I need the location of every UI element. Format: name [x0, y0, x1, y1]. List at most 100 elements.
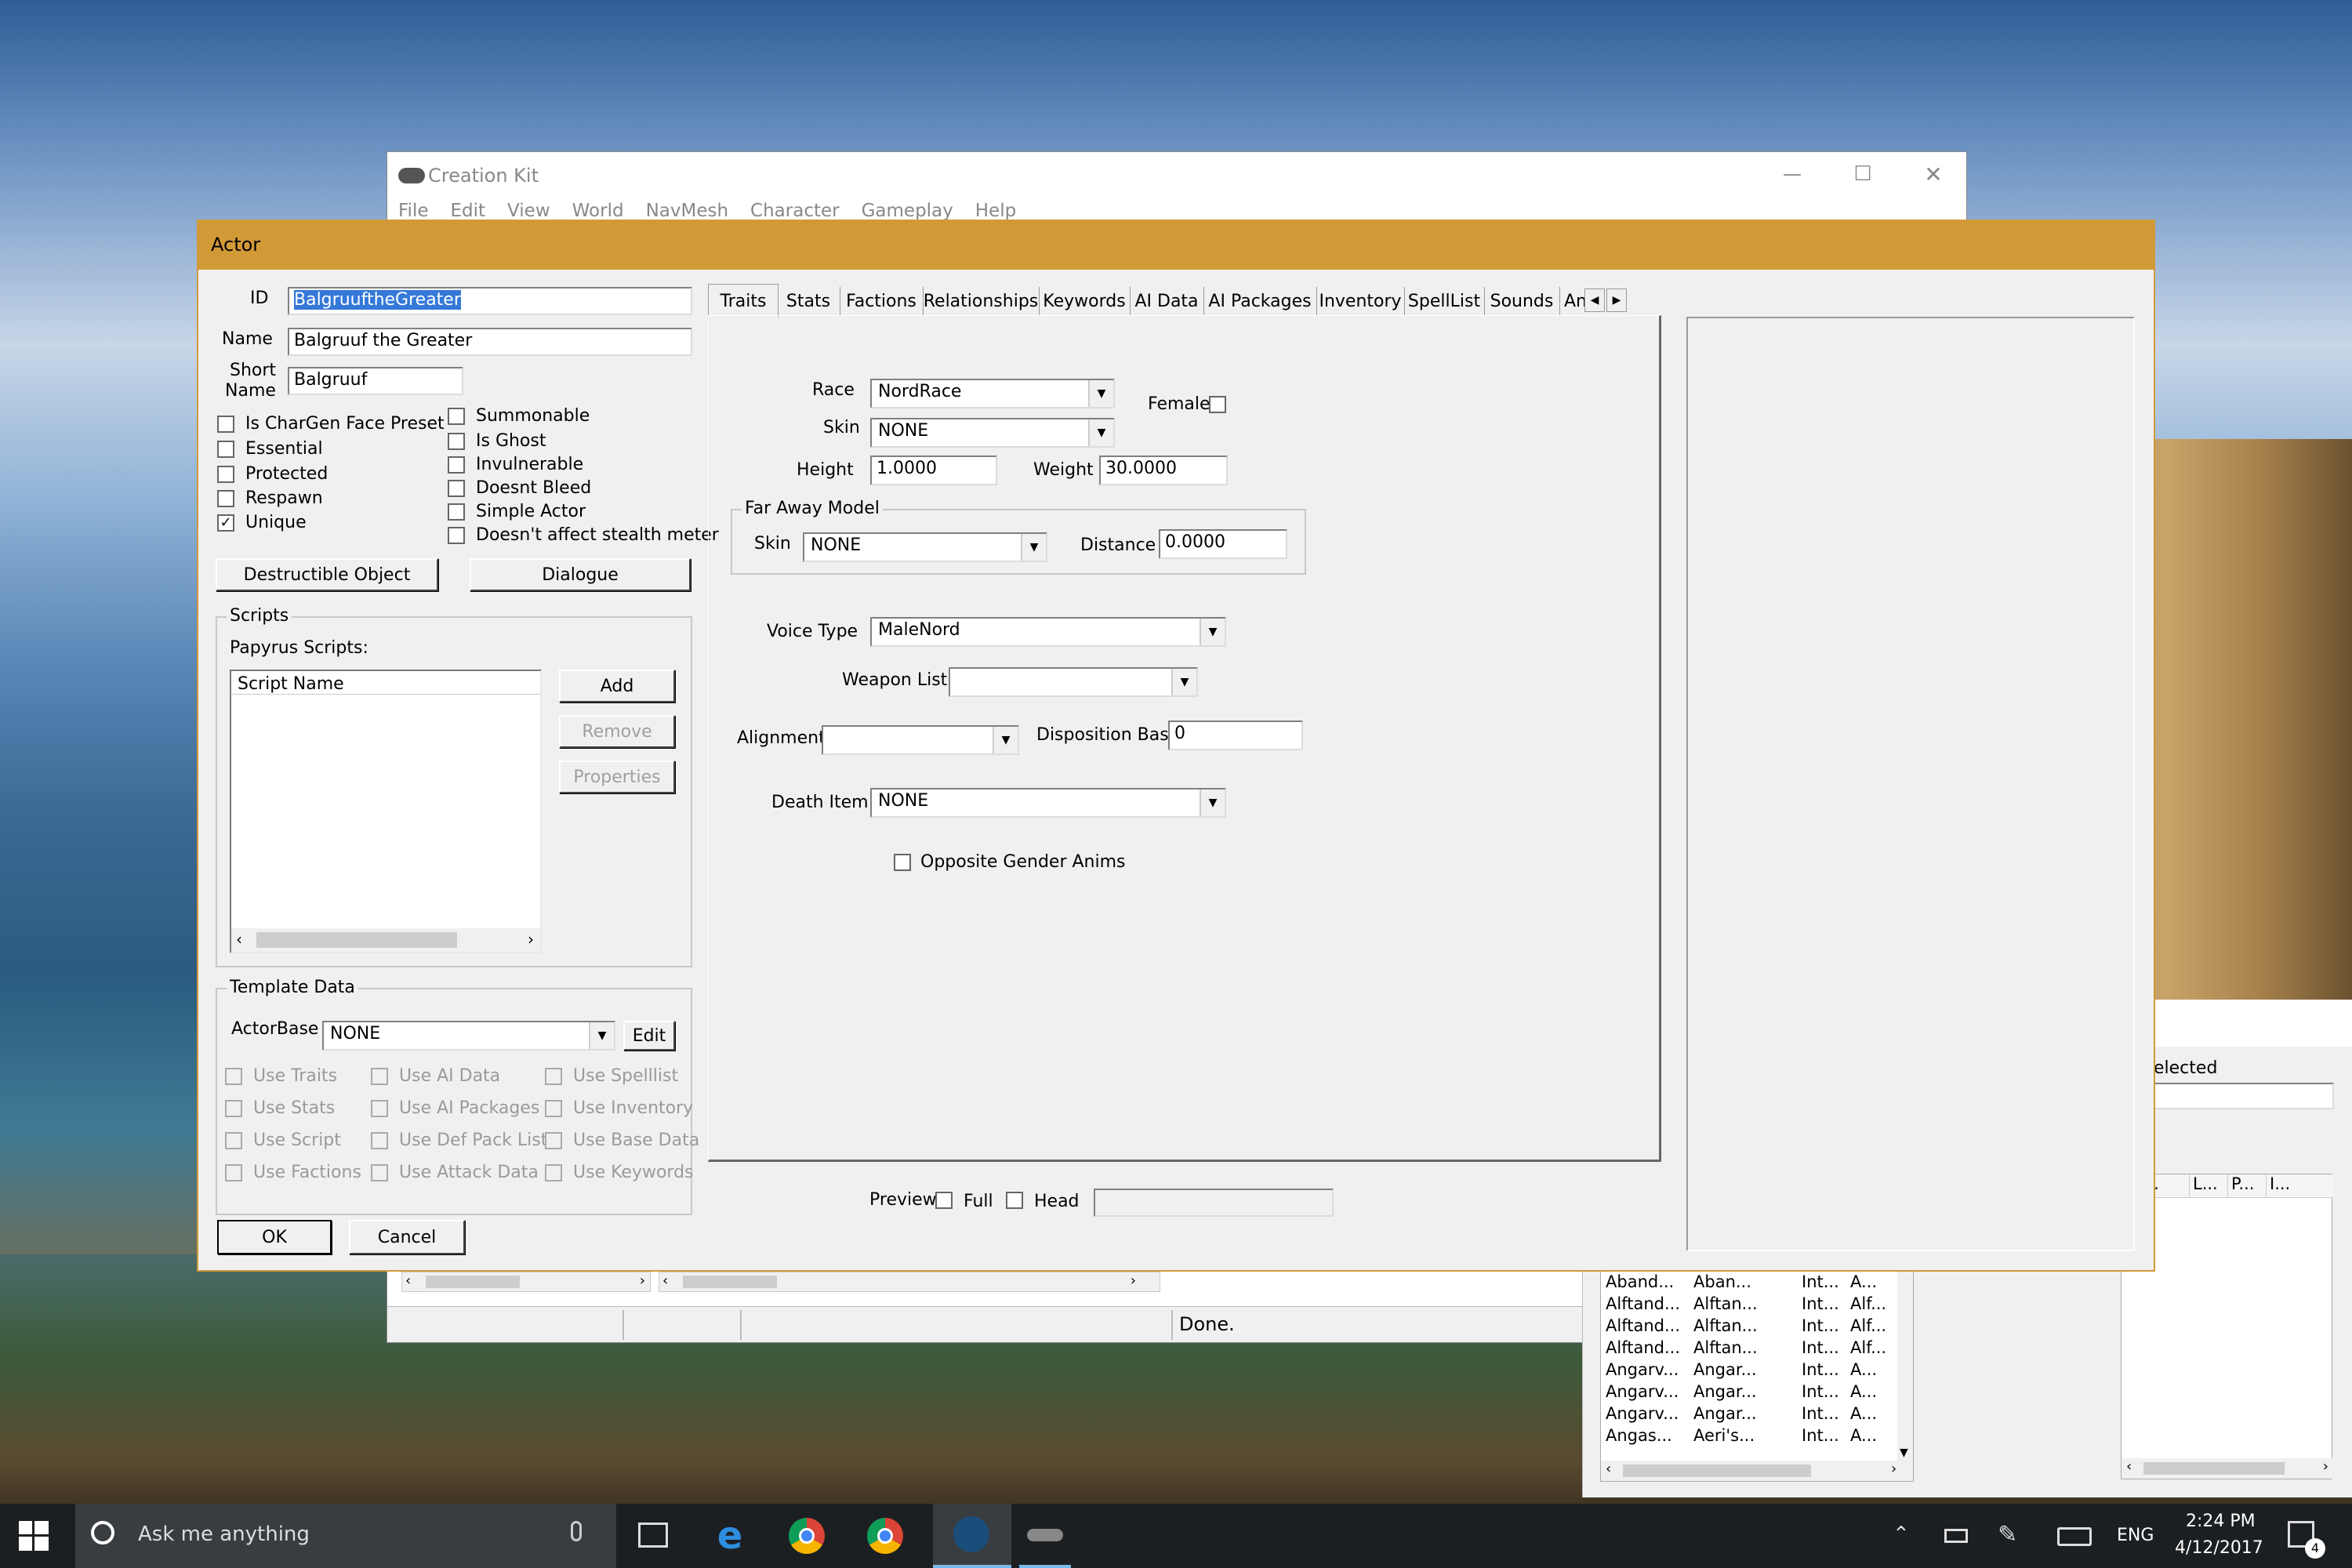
chrome-icon[interactable]: [789, 1518, 825, 1554]
template-flag[interactable]: Use AI Packages: [371, 1098, 547, 1118]
template-flag[interactable]: Use Stats: [225, 1098, 361, 1118]
dialogue-button[interactable]: Dialogue: [470, 558, 691, 591]
flag-row[interactable]: ✓ Unique: [217, 513, 307, 532]
tab-sounds[interactable]: Sounds: [1484, 287, 1560, 315]
pen-icon[interactable]: ✎: [1998, 1521, 2017, 1548]
preview-pane[interactable]: [1686, 317, 2135, 1251]
template-flag[interactable]: Use Script: [225, 1131, 361, 1150]
tab-inventory[interactable]: Inventory: [1316, 287, 1405, 315]
list-item[interactable]: Aband... Aban... Int... A...: [1601, 1271, 1899, 1293]
col-i[interactable]: I...: [2267, 1174, 2301, 1197]
height-field[interactable]: 1.0000: [870, 456, 997, 485]
tab-traits[interactable]: Traits: [708, 284, 779, 318]
flag-checkbox[interactable]: [217, 415, 234, 433]
voice-type-select[interactable]: MaleNord ▼: [870, 617, 1226, 647]
flag-checkbox[interactable]: [448, 503, 465, 521]
name-field[interactable]: Balgruuf the Greater: [288, 328, 692, 356]
filter-field[interactable]: [2154, 1083, 2334, 1109]
flag-checkbox[interactable]: [217, 465, 234, 483]
disposition-base-field[interactable]: 0: [1168, 720, 1303, 750]
list-hscroll-2[interactable]: ‹ ›: [1601, 1461, 1913, 1481]
tab-scroll-left-icon[interactable]: ◀: [1584, 289, 1605, 312]
short-name-field[interactable]: Balgruuf: [288, 367, 463, 395]
flag-checkbox[interactable]: [448, 432, 465, 450]
tab-stats[interactable]: Stats: [777, 287, 840, 315]
template-flag[interactable]: Use Attack Data: [371, 1163, 547, 1182]
female-checkbox[interactable]: [1209, 396, 1226, 413]
list-item[interactable]: Alftand... Alftan... Int... Alf...: [1601, 1315, 1899, 1337]
template-flag[interactable]: Use Traits: [225, 1066, 361, 1086]
template-flag[interactable]: Use Def Pack List: [371, 1131, 547, 1150]
flag-row[interactable]: Is Ghost: [448, 431, 546, 451]
template-flag[interactable]: Use Factions: [225, 1163, 361, 1182]
start-icon[interactable]: [19, 1521, 49, 1551]
script-name-header[interactable]: Script Name: [231, 671, 540, 695]
flag-row[interactable]: Is CharGen Face Preset: [217, 414, 445, 434]
distance-field[interactable]: 0.0000: [1159, 529, 1287, 559]
template-flag[interactable]: Use AI Data: [371, 1066, 547, 1086]
remove-script-button[interactable]: Remove: [559, 715, 675, 748]
maximize-icon[interactable]: ☐: [1846, 158, 1880, 190]
flag-checkbox[interactable]: [217, 489, 234, 507]
steam-icon[interactable]: [933, 1504, 1011, 1568]
list-item[interactable]: Alftand... Alftan... Int... Alf...: [1601, 1293, 1899, 1315]
language-indicator[interactable]: ENG: [2117, 1526, 2154, 1545]
flag-checkbox[interactable]: [448, 479, 465, 497]
flag-row[interactable]: Doesnt Bleed: [448, 478, 591, 498]
death-item-select[interactable]: NONE ▼: [870, 788, 1226, 818]
tab-ai-data[interactable]: AI Data: [1130, 287, 1204, 315]
tab-relationships[interactable]: Relationships: [923, 287, 1040, 315]
unique-checkbox[interactable]: ✓: [217, 514, 234, 532]
close-icon[interactable]: ✕: [1916, 158, 1951, 190]
race-select[interactable]: NordRace ▼: [870, 379, 1115, 408]
ck-hscroll-2[interactable]: ‹ ›: [659, 1272, 1160, 1292]
battery-icon[interactable]: [1944, 1529, 1968, 1543]
ok-button[interactable]: OK: [217, 1220, 332, 1254]
script-list-hscroll[interactable]: ‹ ›: [231, 928, 540, 952]
tab-factions[interactable]: Factions: [840, 287, 924, 315]
flag-checkbox[interactable]: [217, 440, 234, 458]
list-hscroll[interactable]: ‹ ›: [2122, 1458, 2333, 1479]
skin-select[interactable]: NONE ▼: [870, 418, 1115, 448]
flag-checkbox[interactable]: [448, 407, 465, 425]
edge-icon[interactable]: e: [710, 1516, 750, 1555]
col-p[interactable]: P...: [2228, 1174, 2267, 1197]
alignment-select[interactable]: ▼: [822, 725, 1019, 755]
preview-head-checkbox[interactable]: [1006, 1192, 1023, 1209]
keyboard-icon[interactable]: [2057, 1527, 2092, 1546]
creation-kit-task-icon[interactable]: [1019, 1504, 1071, 1568]
template-edit-button[interactable]: Edit: [623, 1021, 675, 1051]
add-script-button[interactable]: Add: [559, 670, 675, 702]
list-item[interactable]: Angas... Aeri's... Int... A...: [1601, 1425, 1899, 1446]
clock-time[interactable]: 2:24 PM: [2186, 1512, 2256, 1531]
flag-row[interactable]: Essential: [217, 439, 323, 459]
microphone-icon[interactable]: [571, 1521, 582, 1541]
weapon-list-select[interactable]: ▼: [949, 667, 1198, 697]
tab-scroll-right-icon[interactable]: ▶: [1606, 289, 1627, 312]
script-list[interactable]: Script Name ‹ ›: [230, 670, 542, 953]
template-flag[interactable]: Use Inventory: [545, 1098, 699, 1118]
tab-spelllist[interactable]: SpellList: [1404, 287, 1485, 315]
chevron-up-icon[interactable]: ⌃: [1893, 1523, 1910, 1546]
list-item[interactable]: Angarv... Angar... Int... A...: [1601, 1381, 1899, 1403]
ck-hscroll-1[interactable]: ‹ ›: [401, 1272, 651, 1292]
id-field[interactable]: BalgruuftheGreater: [288, 287, 692, 315]
list-item[interactable]: Alftand... Alftan... Int... Alf...: [1601, 1337, 1899, 1359]
flag-row[interactable]: Protected: [217, 464, 328, 484]
far-skin-select[interactable]: NONE ▼: [803, 532, 1047, 562]
tab-ai-packages[interactable]: AI Packages: [1203, 287, 1317, 315]
search-box[interactable]: Ask me anything: [75, 1504, 616, 1568]
list-item[interactable]: Angarv... Angar... Int... A...: [1601, 1359, 1899, 1381]
form-list[interactable]: Aband... Aban... Int... A... Alftand... Alft…: [1600, 1270, 1914, 1482]
template-flag[interactable]: Use Base Data: [545, 1131, 699, 1150]
tab-keywords[interactable]: Keywords: [1039, 287, 1131, 315]
template-flag[interactable]: Use Spelllist: [545, 1066, 699, 1086]
flag-row[interactable]: Summonable: [448, 406, 590, 426]
flag-row[interactable]: Invulnerable: [448, 455, 583, 474]
minimize-icon[interactable]: —: [1775, 158, 1809, 190]
weight-field[interactable]: 30.0000: [1099, 456, 1228, 485]
col-l[interactable]: L...: [2190, 1174, 2228, 1197]
script-properties-button[interactable]: Properties: [559, 760, 675, 793]
cancel-button[interactable]: Cancel: [349, 1220, 465, 1254]
actorbase-select[interactable]: NONE ▼: [322, 1021, 615, 1051]
